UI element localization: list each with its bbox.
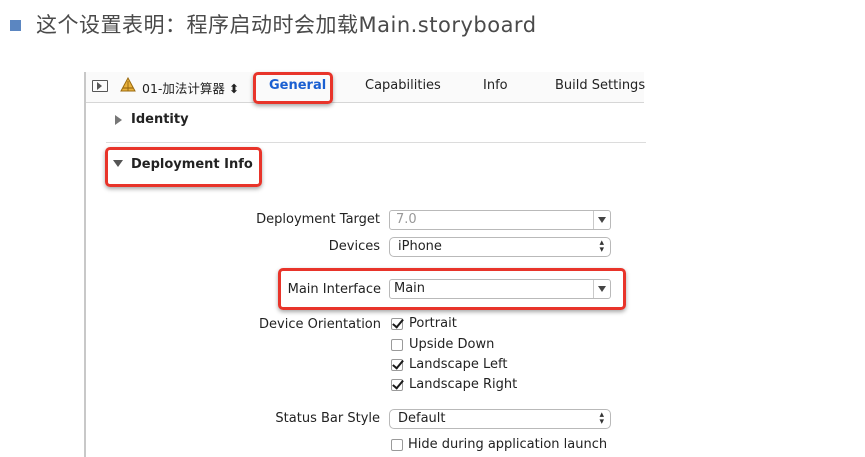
project-editor bbox=[84, 72, 646, 457]
disclosure-expanded-icon[interactable] bbox=[113, 160, 123, 167]
tab-info[interactable]: Info bbox=[483, 78, 508, 93]
target-selector[interactable]: 01-加法计算器 ⬍ bbox=[142, 78, 239, 97]
hide-status-bar-label: Hide during application launch bbox=[408, 437, 608, 452]
devices-value: iPhone bbox=[398, 239, 442, 254]
portrait-checkbox[interactable] bbox=[391, 318, 403, 330]
editor-left-border bbox=[84, 72, 86, 457]
devices-label: Devices bbox=[328, 239, 380, 254]
chevron-down-icon[interactable] bbox=[593, 280, 610, 298]
portrait-label: Portrait bbox=[409, 316, 457, 331]
devices-popup[interactable]: iPhone ▴ ▾ bbox=[389, 237, 611, 257]
deployment-target-combo[interactable]: 7.0 bbox=[389, 210, 611, 230]
popup-arrows-icon: ▴ ▾ bbox=[599, 238, 604, 255]
chevron-down-icon[interactable] bbox=[593, 211, 610, 229]
sidebar-toggle-icon[interactable] bbox=[92, 80, 108, 92]
main-interface-combo[interactable]: Main bbox=[389, 279, 611, 299]
tab-build-settings[interactable]: Build Settings bbox=[555, 78, 645, 93]
slide-title: 这个设置表明：程序启动时会加载Main.storyboard bbox=[36, 13, 537, 37]
landscape-right-checkbox[interactable] bbox=[391, 379, 403, 391]
main-interface-value: Main bbox=[394, 281, 426, 296]
device-orientation-label: Device Orientation bbox=[259, 317, 381, 332]
popup-arrows-icon: ▴ ▾ bbox=[599, 410, 604, 427]
landscape-right-label: Landscape Right bbox=[409, 377, 518, 392]
landscape-left-label: Landscape Left bbox=[409, 357, 508, 372]
divider bbox=[106, 142, 646, 143]
disclosure-collapsed-icon[interactable] bbox=[115, 115, 122, 125]
section-deployment-info[interactable]: Deployment Info bbox=[131, 157, 253, 172]
tab-capabilities[interactable]: Capabilities bbox=[365, 78, 441, 93]
status-bar-style-value: Default bbox=[398, 411, 446, 426]
upside-down-checkbox[interactable] bbox=[391, 339, 403, 351]
upside-down-label: Upside Down bbox=[409, 337, 495, 352]
section-identity[interactable]: Identity bbox=[131, 112, 189, 127]
main-interface-label: Main Interface bbox=[287, 282, 381, 297]
deployment-target-label: Deployment Target bbox=[256, 212, 380, 227]
status-bar-style-label: Status Bar Style bbox=[275, 411, 380, 426]
app-target-icon bbox=[120, 77, 136, 92]
hide-status-bar-checkbox[interactable] bbox=[391, 439, 403, 451]
status-bar-style-popup[interactable]: Default ▴ ▾ bbox=[389, 409, 611, 429]
deployment-target-value: 7.0 bbox=[396, 212, 417, 227]
bullet-square bbox=[10, 20, 21, 31]
landscape-left-checkbox[interactable] bbox=[391, 359, 403, 371]
tab-general[interactable]: General bbox=[269, 78, 326, 93]
